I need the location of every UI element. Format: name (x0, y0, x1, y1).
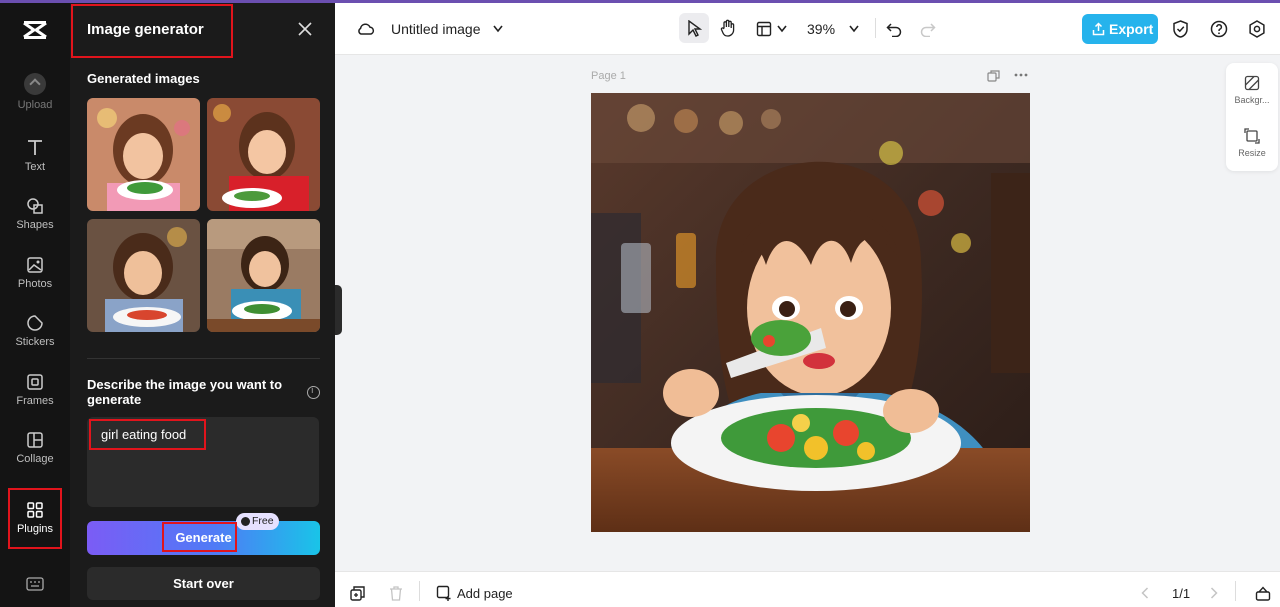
highlight-box-plugins (8, 488, 62, 549)
pointer-icon[interactable] (687, 20, 702, 37)
page-panel-icon[interactable] (1255, 586, 1271, 601)
export-button[interactable]: Export (1082, 14, 1158, 44)
page-label: Page 1 (591, 70, 626, 82)
add-page-button[interactable]: Add page (457, 586, 513, 601)
background-tool-label: Backgr... (1234, 95, 1270, 105)
trash-icon[interactable] (389, 586, 403, 601)
girl-eating-thumb-3 (87, 219, 200, 332)
capcut-logo-icon[interactable] (22, 19, 48, 41)
collage-icon (27, 432, 43, 448)
upload-icon (24, 73, 46, 95)
girl-eating-thumb-4 (207, 219, 320, 332)
free-badge-label: Free (252, 515, 274, 527)
redo-icon[interactable] (920, 21, 936, 37)
info-icon[interactable] (307, 386, 320, 399)
cloud-icon[interactable] (357, 21, 375, 37)
rail-item-label: Shapes (16, 219, 54, 231)
panel-collapse-handle[interactable] (335, 285, 342, 335)
girl-eating-thumb-1 (87, 98, 200, 211)
generated-images-title: Generated images (87, 71, 200, 86)
clock-icon (241, 517, 250, 526)
undo-icon[interactable] (886, 21, 902, 37)
shield-icon[interactable] (1172, 20, 1189, 38)
chevron-right-icon[interactable] (1210, 587, 1218, 599)
close-icon[interactable] (298, 22, 312, 36)
rail-item-frames[interactable]: Frames (0, 373, 70, 429)
upload-arrow-icon (1092, 22, 1105, 36)
chevron-down-icon[interactable] (777, 25, 787, 33)
photos-icon (27, 257, 43, 273)
top-bar: Untitled image 39% Export (335, 3, 1280, 55)
chevron-down-icon[interactable] (849, 25, 859, 33)
girl-eating-thumb-2 (207, 98, 320, 211)
hand-icon[interactable] (720, 19, 736, 37)
rail-item-text[interactable]: Text (0, 139, 70, 195)
generated-image-thumb[interactable] (207, 98, 320, 211)
zoom-level[interactable]: 39% (807, 21, 835, 37)
export-label: Export (1109, 21, 1154, 37)
frames-icon (27, 374, 43, 390)
bottom-bar: Add page 1/1 (335, 571, 1280, 607)
generated-image-thumb[interactable] (207, 219, 320, 332)
rail-item-shapes[interactable]: Shapes (0, 197, 70, 253)
chevron-left-icon[interactable] (1141, 587, 1149, 599)
rail-item-label: Upload (17, 99, 53, 111)
highlight-box-prompt (89, 419, 206, 450)
chevron-down-icon[interactable] (493, 25, 503, 33)
highlight-box-title (71, 4, 233, 58)
free-badge: Free (236, 513, 279, 530)
describe-label: Describe the image you want to generate (87, 377, 283, 407)
page-counter: 1/1 (1172, 586, 1191, 601)
background-icon (1244, 75, 1260, 91)
start-over-button[interactable]: Start over (87, 567, 320, 600)
add-page-icon[interactable] (436, 585, 452, 601)
shapes-icon (27, 198, 43, 214)
bottom-separator (1235, 581, 1236, 601)
layers-icon[interactable] (350, 586, 365, 601)
start-over-label: Start over (173, 576, 234, 591)
keyboard-icon[interactable] (26, 577, 44, 591)
generated-image-thumb[interactable] (87, 219, 200, 332)
resize-tool[interactable]: Resize (1226, 128, 1278, 158)
rail-item-upload[interactable]: Upload (0, 73, 70, 129)
image-generator-panel: Image generator Generated images Describ… (70, 3, 335, 607)
generated-image-thumb[interactable] (87, 98, 200, 211)
stickers-icon (27, 315, 43, 331)
highlight-box-generate (162, 522, 237, 552)
resize-tool-label: Resize (1238, 148, 1266, 158)
rail-item-label: Collage (16, 453, 54, 465)
bottom-separator (419, 581, 420, 601)
layout-icon[interactable] (756, 21, 772, 37)
rail-item-label: Photos (17, 278, 53, 290)
resize-icon (1244, 128, 1260, 144)
rail-item-label: Frames (16, 395, 54, 407)
background-tool[interactable]: Backgr... (1226, 75, 1278, 105)
rail-item-stickers[interactable]: Stickers (0, 314, 70, 370)
text-icon (28, 140, 42, 155)
document-title[interactable]: Untitled image (391, 21, 481, 37)
rail-item-collage[interactable]: Collage (0, 431, 70, 487)
girl-eating-food-image (591, 93, 1030, 532)
rail-item-label: Stickers (15, 336, 55, 348)
rail-item-photos[interactable]: Photos (0, 256, 70, 312)
panel-divider (87, 358, 320, 359)
side-tools-card: Backgr... Resize (1226, 63, 1278, 171)
settings-icon[interactable] (1248, 20, 1266, 38)
help-icon[interactable] (1210, 20, 1228, 38)
duplicate-page-icon[interactable] (987, 70, 1000, 82)
canvas-image[interactable] (591, 93, 1030, 532)
more-options-icon[interactable] (1014, 73, 1028, 77)
toolbar-separator (875, 18, 876, 38)
rail-item-label: Text (24, 161, 46, 173)
